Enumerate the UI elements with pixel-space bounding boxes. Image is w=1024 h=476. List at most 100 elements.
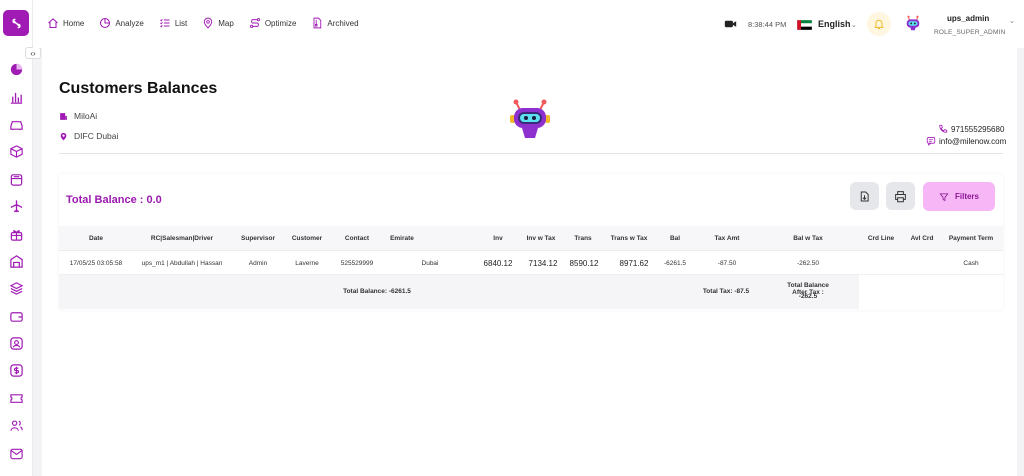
company-name-text: MiloAi xyxy=(74,111,98,121)
language-selector[interactable]: English xyxy=(818,19,851,29)
column-header[interactable]: Crd Line xyxy=(868,235,894,242)
cell-emirate: Dubai xyxy=(421,260,439,267)
sidebar-item-calendar[interactable] xyxy=(0,166,33,193)
cell-rc: ups_m1 | Abdullah | Hassan xyxy=(141,260,223,267)
sidebar-item-tickets[interactable] xyxy=(0,385,33,412)
contact-email[interactable]: info@milenow.com xyxy=(926,136,1006,146)
route-icon xyxy=(249,18,260,28)
filters-button[interactable]: Filters xyxy=(923,182,995,211)
nav-home-label: Home xyxy=(63,18,85,28)
cell-supervisor: Admin xyxy=(248,260,268,267)
filters-label: Filters xyxy=(954,192,979,201)
uae-flag-icon xyxy=(797,20,812,30)
notifications-button[interactable] xyxy=(867,12,891,36)
printer-icon xyxy=(895,190,906,202)
sidebar-item-flights[interactable] xyxy=(0,193,33,220)
company-name: MiloAi xyxy=(59,111,97,121)
sidebar-item-offers[interactable] xyxy=(0,220,33,247)
column-header[interactable]: Trans xyxy=(574,235,591,242)
column-header[interactable]: Customer xyxy=(292,235,322,242)
chevron-down-icon[interactable]: ⌄ xyxy=(851,21,857,29)
bell-icon xyxy=(874,19,884,29)
download-icon xyxy=(860,191,869,201)
nav-optimize-label: Optimize xyxy=(264,18,297,28)
sidebar: ‹› xyxy=(0,0,41,476)
video-camera-icon[interactable] xyxy=(724,19,737,29)
column-header[interactable]: Inv w Tax xyxy=(527,235,556,242)
column-header[interactable]: Bal w Tax xyxy=(793,235,823,242)
phone-icon xyxy=(939,124,948,133)
cell-customer: Laverne xyxy=(295,260,319,267)
nav-optimize[interactable]: Optimize xyxy=(249,17,297,29)
cell-inv: 6840.12 xyxy=(483,259,513,268)
nav-map-label: Map xyxy=(218,18,234,28)
bar-chart-icon xyxy=(10,92,23,104)
calendar-icon xyxy=(10,173,23,186)
sidebar-item-payments[interactable] xyxy=(0,357,33,384)
nav-list[interactable]: List xyxy=(159,17,187,29)
nav-archived-label: Archived xyxy=(327,18,359,28)
airplane-icon xyxy=(10,200,23,213)
layers-icon xyxy=(9,282,24,296)
app-logo[interactable] xyxy=(3,10,29,36)
sidebar-nav xyxy=(0,56,33,467)
cell-trans-tax: 8971.62 xyxy=(619,259,649,268)
table-header: Date RC|Salesman|Driver Supervisor Custo… xyxy=(59,226,1003,251)
column-header[interactable]: Emirate xyxy=(390,235,414,242)
pie-chart-icon xyxy=(100,17,111,29)
sidebar-item-messages[interactable] xyxy=(0,439,33,466)
contact-email-text: info@milenow.com xyxy=(939,136,1007,146)
sidebar-item-products[interactable] xyxy=(0,138,33,165)
column-header[interactable]: Date xyxy=(89,235,103,242)
sidebar-item-vehicles[interactable] xyxy=(0,111,33,138)
avatar[interactable] xyxy=(904,14,922,32)
chevron-down-icon[interactable]: ⌄ xyxy=(1009,17,1015,25)
sidebar-item-layers[interactable] xyxy=(0,275,33,302)
nav-analyze[interactable]: Analyze xyxy=(99,17,144,29)
download-button[interactable] xyxy=(850,182,879,210)
cell-tax-amt: -87.50 xyxy=(717,260,737,267)
nav-home[interactable]: Home xyxy=(47,17,84,29)
balances-card: Total Balance : 0.0 Filters Date RC|Sale… xyxy=(59,174,1003,310)
location-icon xyxy=(60,132,67,140)
column-header[interactable]: Trans w Tax xyxy=(611,235,648,242)
page-title: Customers Balances xyxy=(59,80,218,97)
sidebar-item-wallet[interactable] xyxy=(0,303,33,330)
column-header[interactable]: Tax Amt xyxy=(715,235,740,242)
column-header[interactable]: Avl Crd xyxy=(911,235,934,242)
cell-contact: 525529999 xyxy=(340,260,374,267)
sidebar-item-reports[interactable] xyxy=(0,83,33,110)
print-button[interactable] xyxy=(886,182,915,210)
column-header[interactable]: RC|Salesman|Driver xyxy=(151,235,213,242)
total-balance: Total Balance : 0.0 xyxy=(66,194,162,206)
column-header[interactable]: Contact xyxy=(345,235,369,242)
contact-phone[interactable]: 971555295680 xyxy=(938,124,1004,134)
column-header[interactable]: Supervisor xyxy=(241,235,275,242)
contact-phone-text: 971555295680 xyxy=(951,124,1005,134)
message-icon xyxy=(926,137,936,146)
table-row[interactable]: 17/05/25 03:05:58 ups_m1 | Abdullah | Ha… xyxy=(59,251,1003,275)
nav-archived[interactable]: Archived xyxy=(311,17,359,29)
sidebar-item-team[interactable] xyxy=(0,412,33,439)
column-header[interactable]: Payment Term xyxy=(949,235,993,242)
nav-analyze-label: Analyze xyxy=(115,18,144,28)
nav-map[interactable]: Map xyxy=(202,17,234,29)
sidebar-item-warehouse[interactable] xyxy=(0,248,33,275)
building-icon xyxy=(60,112,67,120)
user-role: ROLE_SUPER_ADMIN xyxy=(934,29,1006,36)
sidebar-item-dashboard[interactable] xyxy=(0,56,33,83)
logo-icon xyxy=(11,18,21,28)
table-footer: Total Balance: -6261.5 Total Tax: -87.5 … xyxy=(59,275,859,309)
map-pin-icon xyxy=(204,17,213,29)
footer-after-tax-value: -262.5 xyxy=(798,293,818,300)
cell-date: 17/05/25 03:05:58 xyxy=(69,260,123,267)
footer-total-tax: Total Tax: -87.5 xyxy=(702,288,750,295)
company-address-text: DIFC Dubai xyxy=(74,131,119,141)
column-header[interactable]: Inv xyxy=(493,235,502,242)
robot-mascot xyxy=(510,99,550,138)
top-bar: Home Analyze List Map Optimize Archived … xyxy=(33,0,1024,48)
column-header[interactable]: Bal xyxy=(670,235,680,242)
header-clock: 8:38:44 PM xyxy=(748,20,787,29)
sidebar-item-users-profile[interactable] xyxy=(0,330,33,357)
filter-icon xyxy=(939,192,949,201)
